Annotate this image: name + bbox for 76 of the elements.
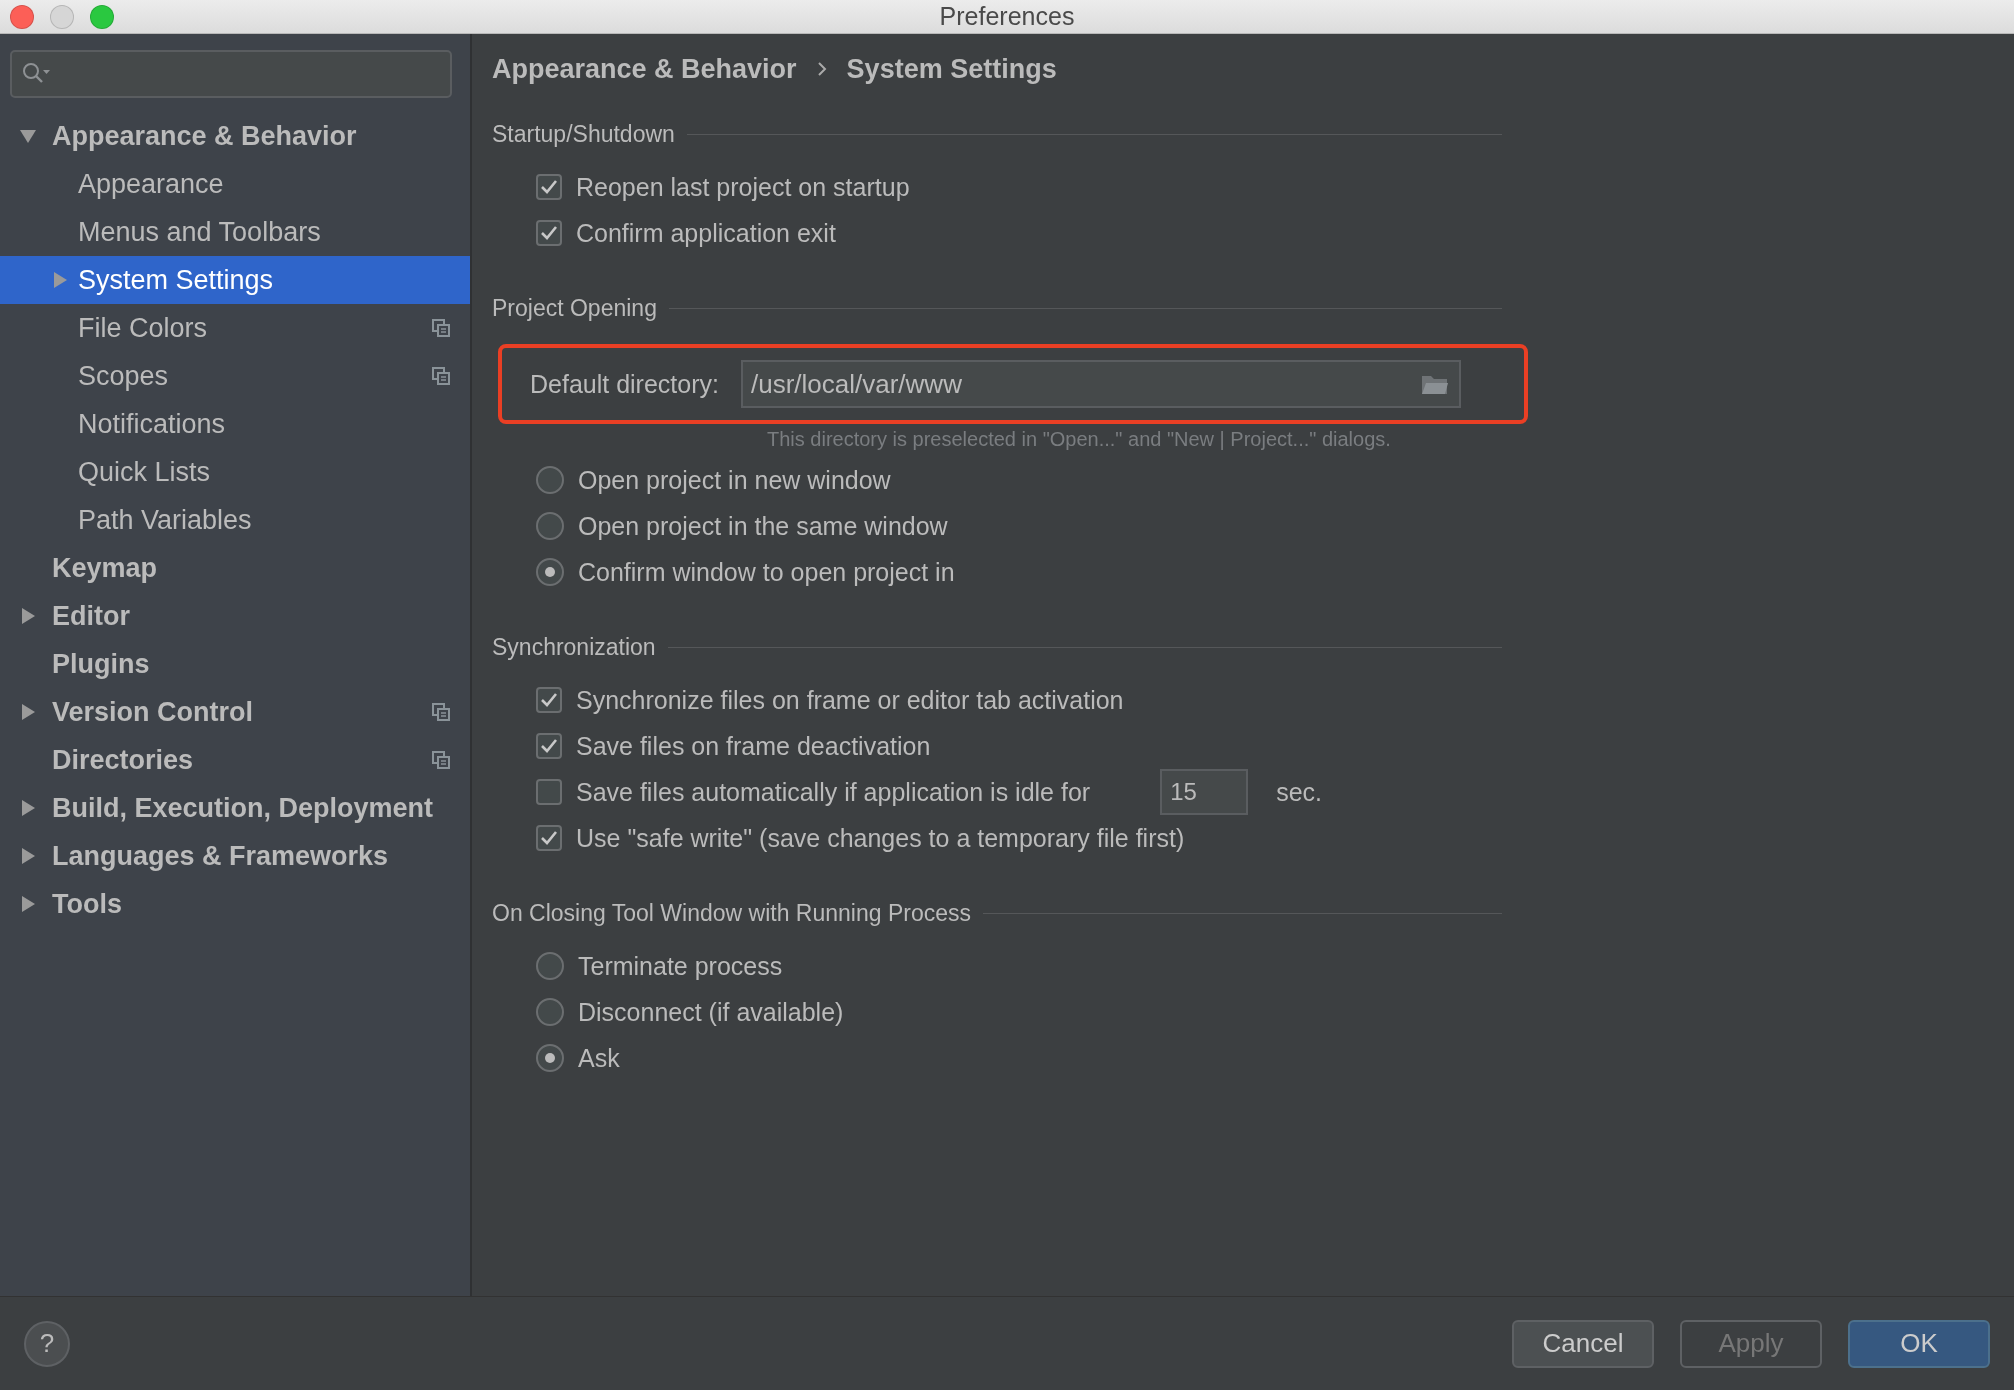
radio-button[interactable]: [536, 512, 564, 540]
checkbox[interactable]: [536, 779, 562, 805]
collapsed-arrow-icon[interactable]: [20, 704, 36, 720]
close-button[interactable]: [10, 4, 34, 29]
radio-button[interactable]: [536, 998, 564, 1026]
sidebar-item[interactable]: Plugins: [0, 640, 470, 688]
checkbox[interactable]: [536, 687, 562, 713]
radio-button[interactable]: [536, 952, 564, 980]
breadcrumb-item: System Settings: [846, 53, 1057, 85]
checkbox[interactable]: [536, 825, 562, 851]
collapsed-arrow-icon[interactable]: [20, 848, 36, 864]
directory-field[interactable]: /usr/local/var/www: [740, 360, 1461, 408]
checkbox[interactable]: [536, 174, 562, 200]
sidebar-item[interactable]: File Colors: [0, 304, 470, 352]
checkbox[interactable]: [536, 220, 562, 246]
checkmark-icon: [540, 179, 558, 195]
sidebar-item[interactable]: Version Control: [0, 688, 470, 736]
radio-label: Open project in the same window: [578, 511, 948, 541]
help-button[interactable]: ?: [24, 1320, 70, 1367]
collapsed-arrow-icon[interactable]: [20, 608, 36, 624]
checkbox-label: Synchronize files on frame or editor tab activation: [576, 685, 1124, 715]
radio-button[interactable]: [536, 466, 564, 494]
radio-button[interactable]: [536, 1044, 564, 1072]
sidebar-item[interactable]: Build, Execution, Deployment: [0, 784, 470, 832]
hint-text: This directory is preselected in "Open..." and "New | Project..." dialogs.: [767, 428, 1392, 451]
project-level-icon: [432, 703, 450, 721]
radio-label: Ask: [578, 1043, 620, 1073]
radio-label: Disconnect (if available): [578, 997, 844, 1027]
radio-label: Confirm window to open project in: [578, 557, 955, 587]
breadcrumb-item: Appearance & Behavior: [492, 53, 797, 85]
collapsed-arrow-icon[interactable]: [20, 896, 36, 912]
section-title: Project Opening: [492, 294, 657, 322]
search-field[interactable]: [10, 50, 452, 98]
expanded-arrow-icon[interactable]: [20, 128, 36, 144]
checkbox-label: Reopen last project on startup: [576, 172, 910, 202]
checkmark-icon: [540, 225, 558, 241]
project-level-icon: [432, 751, 450, 769]
zoom-button[interactable]: [90, 4, 114, 29]
checkbox-label: Confirm application exit: [576, 218, 836, 248]
sidebar-item[interactable]: Editor: [0, 592, 470, 640]
sidebar-item[interactable]: Scopes: [0, 352, 470, 400]
checkmark-icon: [540, 830, 558, 846]
radio-label: Open project in new window: [578, 465, 891, 495]
collapsed-arrow-icon[interactable]: [52, 272, 68, 288]
checkmark-icon: [540, 738, 558, 754]
sidebar-item[interactable]: System Settings: [0, 256, 470, 304]
checkbox-label: Save files on frame deactivation: [576, 731, 931, 761]
sidebar-item[interactable]: Appearance: [0, 160, 470, 208]
sidebar-item[interactable]: Languages & Frameworks: [0, 832, 470, 880]
checkbox-label: Save files automatically if application is idle for: [576, 777, 1091, 807]
section-title: On Closing Tool Window with Running Process: [492, 899, 971, 927]
window-title: Preferences: [939, 2, 1075, 31]
sidebar-item[interactable]: Appearance & Behavior: [0, 112, 470, 160]
idle-seconds-field[interactable]: 15: [1160, 769, 1249, 815]
project-level-icon: [432, 367, 450, 385]
sidebar-item[interactable]: Notifications: [0, 400, 470, 448]
radio-label: Terminate process: [578, 951, 783, 981]
sidebar-item[interactable]: Tools: [0, 880, 470, 928]
sidebar-item[interactable]: Directories: [0, 736, 470, 784]
section-title: Startup/Shutdown: [492, 120, 675, 148]
sidebar-item[interactable]: Path Variables: [0, 496, 470, 544]
field-label: Default directory:: [530, 369, 719, 399]
section-title: Synchronization: [492, 633, 656, 661]
dialog-button[interactable]: Cancel: [1512, 1319, 1654, 1368]
sidebar-item[interactable]: Menus and Toolbars: [0, 208, 470, 256]
collapsed-arrow-icon[interactable]: [20, 800, 36, 816]
checkmark-icon: [540, 692, 558, 708]
sidebar-item[interactable]: Quick Lists: [0, 448, 470, 496]
project-level-icon: [432, 319, 450, 337]
radio-button[interactable]: [536, 558, 564, 586]
sidebar-item[interactable]: Keymap: [0, 544, 470, 592]
dialog-button[interactable]: OK: [1848, 1319, 1990, 1368]
chevron-icon: [816, 61, 827, 77]
checkbox-label: Use "safe write" (save changes to a temporary file first): [576, 823, 1185, 853]
unit-label: sec.: [1276, 777, 1322, 807]
checkbox[interactable]: [536, 733, 562, 759]
